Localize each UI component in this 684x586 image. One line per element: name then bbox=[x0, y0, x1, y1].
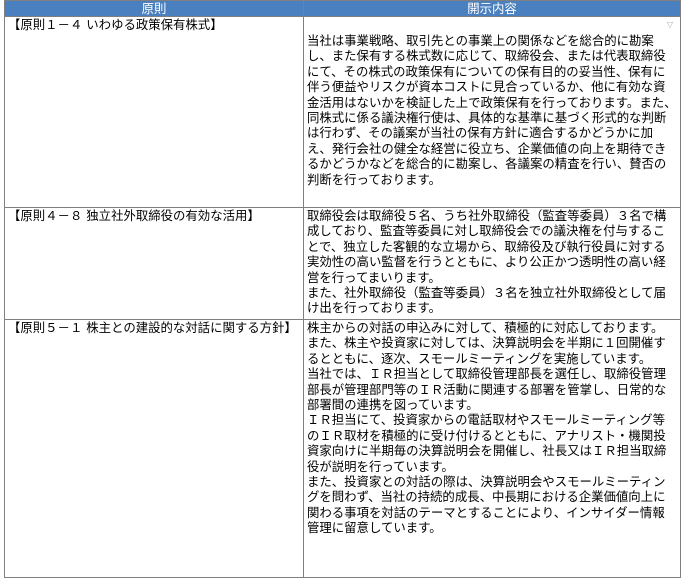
disclosure-paragraph: 当社では、ＩＲ担当として取締役管理部長を選任し、取締役管理部長が管理部門等のＩＲ… bbox=[307, 366, 667, 413]
table-row: 【原則１－４ いわゆる政策保有株式】 ▽ 当社は事業戦略、取引先との事業上の関係… bbox=[4, 16, 681, 208]
disclosure-paragraph: 当社は事業戦略、取引先との事業上の関係などを総合的に勘案し、また保有する株式数に… bbox=[307, 33, 677, 187]
disclosure-paragraph: 株主からの対話の申込みに対して、積極的に対応しております。 bbox=[307, 320, 664, 335]
disclosure-paragraph: また、社外取締役（監査等委員）３名を独立社外取締役として届け出を行っております。 bbox=[307, 285, 666, 316]
principle-cell[interactable]: 【原則１－４ いわゆる政策保有株式】 bbox=[4, 16, 304, 208]
table-row: 【原則４－８ 独立社外取締役の有効な活用】 取締役会は取締役５名、うち社外取締役… bbox=[4, 207, 681, 320]
disclosure-paragraph: ＩＲ担当にて、投資家からの電話取材やスモールミーティング等のＩＲ取材を積極的に受… bbox=[307, 412, 667, 474]
disclosure-paragraph: また、投資家との対話の際は、決算説明会やスモールミーティングを問わず、当社の持続… bbox=[307, 474, 666, 536]
disclosure-paragraph: また、株主や投資家に対しては、決算説明会を半期に１回開催するとともに、逐次、スモ… bbox=[307, 335, 666, 366]
disclosure-paragraph: 取締役会は取締役５名、うち社外取締役（監査等委員）３名で構成しており、監査等委員… bbox=[307, 208, 667, 285]
header-principle: 原則 bbox=[4, 0, 304, 17]
disclosure-cell[interactable]: ▽ 当社は事業戦略、取引先との事業上の関係などを総合的に勘案し、また保有する株式… bbox=[303, 16, 681, 208]
dropdown-arrow-icon[interactable]: ▽ bbox=[665, 20, 675, 30]
disclosure-cell[interactable]: 取締役会は取締役５名、うち社外取締役（監査等委員）３名で構成しており、監査等委員… bbox=[303, 207, 681, 320]
table-row: 【原則５－１ 株主との建設的な対話に関する方針】 株主からの対話の申込みに対して… bbox=[4, 319, 681, 578]
header-row: 原則 開示内容 bbox=[4, 0, 681, 17]
principle-cell[interactable]: 【原則５－１ 株主との建設的な対話に関する方針】 bbox=[4, 319, 304, 578]
disclosure-cell[interactable]: 株主からの対話の申込みに対して、積極的に対応しております。 また、株主や投資家に… bbox=[303, 319, 681, 578]
principle-cell[interactable]: 【原則４－８ 独立社外取締役の有効な活用】 bbox=[4, 207, 304, 320]
header-disclosure: 開示内容 bbox=[303, 0, 681, 17]
cell-spacer: ▽ bbox=[307, 17, 677, 33]
disclosure-table: 原則 開示内容 【原則１－４ いわゆる政策保有株式】 ▽ 当社は事業戦略、取引先… bbox=[4, 0, 681, 578]
